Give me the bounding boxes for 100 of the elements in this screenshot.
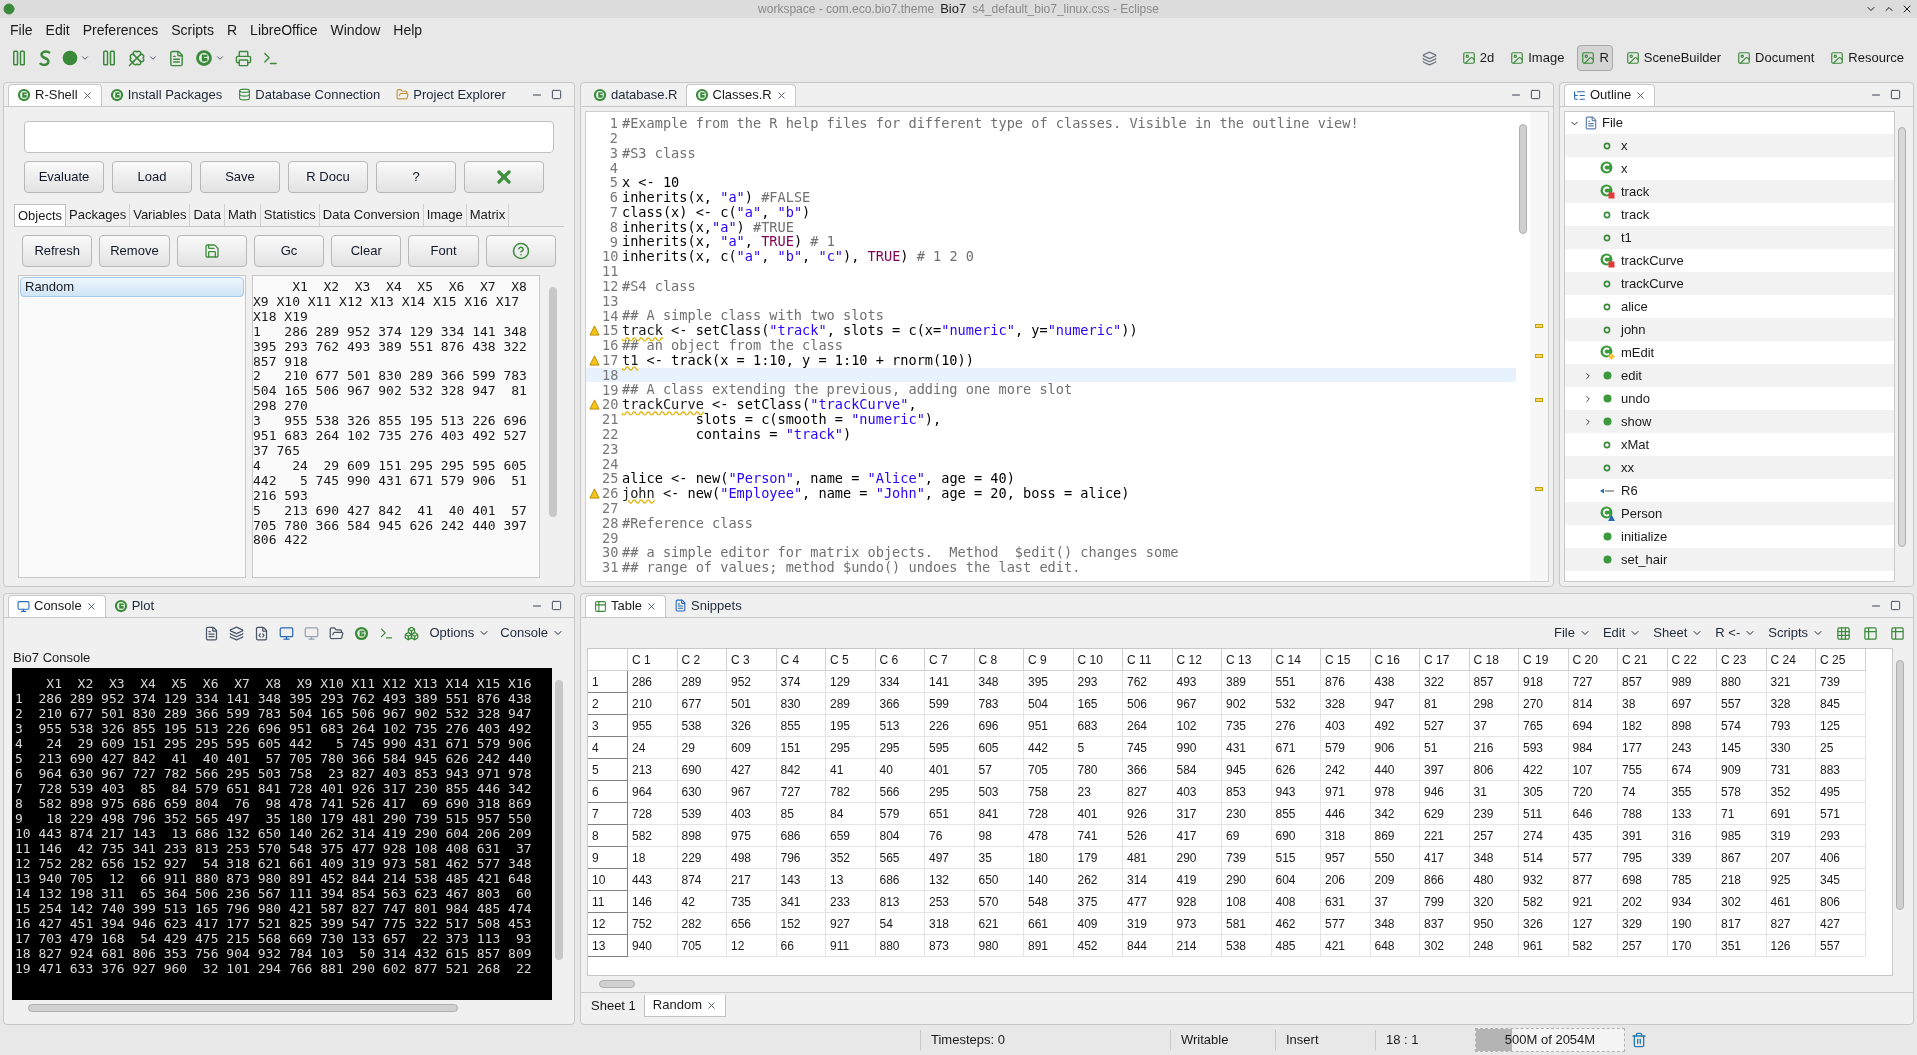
chevron-icon[interactable] [80,53,90,63]
tab[interactable]: Project Explorer [388,83,514,106]
terminal-icon[interactable] [379,625,395,641]
column-header[interactable]: C 12 [1172,649,1222,671]
tab[interactable]: Objects [14,204,67,226]
maximize-icon[interactable] [551,89,562,100]
perspective-button[interactable]: Image [1507,45,1568,71]
row-header[interactable]: 13 [588,935,628,957]
sheet-tab[interactable]: Sheet 1 [583,994,644,1017]
button[interactable] [464,161,544,193]
r-logo-icon[interactable] [195,49,213,67]
menu-item[interactable]: Preferences [76,19,165,41]
row-header[interactable]: 2 [588,693,628,715]
grid-icon[interactable] [1836,625,1851,641]
dropdown-menu[interactable]: Options [429,623,491,643]
tree-item[interactable]: File [1565,112,1894,134]
scrollbar-thumb[interactable] [1519,124,1527,234]
column-header[interactable]: C 18 [1469,649,1519,671]
maximize-icon[interactable] [1530,89,1541,100]
column-header[interactable]: C 7 [925,649,975,671]
memory-bar[interactable]: 500M of 2054M [1475,1028,1625,1052]
row-header[interactable]: 4 [588,737,628,759]
column-header[interactable]: C 4 [776,649,826,671]
button[interactable]: Save [200,161,280,193]
tree-item[interactable]: john [1565,318,1894,341]
button[interactable] [176,235,247,267]
tab[interactable]: Image [423,204,467,226]
column-header[interactable]: C 21 [1618,649,1668,671]
menu-item[interactable]: R [220,19,244,41]
maximize-icon[interactable] [1890,89,1901,100]
column-header[interactable]: C 16 [1370,649,1420,671]
column-header[interactable]: C 15 [1321,649,1371,671]
close-icon[interactable] [775,89,787,101]
monitor-icon[interactable] [279,625,295,641]
monitor-icon[interactable] [304,625,320,641]
row-header[interactable]: 7 [588,803,628,825]
wave-icon[interactable] [38,50,52,66]
menu-item[interactable]: Window [324,19,387,41]
table-icon[interactable] [1890,625,1905,641]
column-header[interactable]: C 1 [628,649,678,671]
row-header[interactable]: 9 [588,847,628,869]
column-header[interactable]: C 8 [974,649,1024,671]
row-header[interactable]: 6 [588,781,628,803]
tab[interactable]: Packages [66,204,131,226]
list-item[interactable]: Random [20,277,244,297]
perspective-button[interactable]: Resource [1827,45,1907,71]
warning-marker[interactable] [1535,486,1543,491]
close-icon[interactable] [81,89,93,101]
tab[interactable]: Statistics [260,204,320,226]
row-header[interactable]: 5 [588,759,628,781]
column-header[interactable]: C 24 [1766,649,1816,671]
row-header[interactable]: 10 [588,869,628,891]
column-header[interactable]: C 17 [1420,649,1470,671]
tree-item[interactable]: x [1565,134,1894,157]
close-icon[interactable] [1901,3,1913,15]
trash-icon[interactable] [1631,1032,1647,1048]
dropdown-menu[interactable]: Sheet [1653,623,1704,643]
row-header[interactable]: 3 [588,715,628,737]
column-header[interactable]: C 11 [1123,649,1173,671]
row-header[interactable]: 1 [588,671,628,693]
column-header[interactable]: C 6 [875,649,925,671]
tab[interactable]: Outline [1564,83,1656,106]
tab[interactable]: Data Conversion [319,204,424,226]
close-icon[interactable] [1635,89,1647,101]
column-header[interactable]: C 3 [727,649,777,671]
boxes-icon[interactable] [404,625,420,641]
column-header[interactable]: C 22 [1667,649,1717,671]
perspective-button[interactable]: R [1577,45,1613,71]
scrollbar-thumb[interactable] [549,287,557,517]
button[interactable]: ? [376,161,456,193]
chevron-icon[interactable] [1583,393,1593,404]
dropdown-menu[interactable]: Scripts [1768,623,1824,643]
button[interactable]: Load [112,161,192,193]
button[interactable]: Clear [331,235,402,267]
column-header[interactable]: C 10 [1073,649,1123,671]
dropdown-menu[interactable]: Console [500,623,564,643]
column-header[interactable]: C 2 [677,649,727,671]
scrollbar-thumb[interactable] [28,1004,458,1012]
tab[interactable]: Console [8,594,106,617]
perspective-button[interactable]: SceneBuilder [1622,45,1725,71]
tab[interactable]: Database Connection [230,83,389,106]
tree-item[interactable]: t1 [1565,226,1894,249]
menu-item[interactable]: File [4,19,39,41]
row-header[interactable]: 8 [588,825,628,847]
button[interactable]: Remove [99,235,170,267]
print-icon[interactable] [235,49,252,67]
scrollbar-thumb[interactable] [555,680,563,960]
column-header[interactable]: C 19 [1519,649,1569,671]
r-logo-icon[interactable] [354,625,370,641]
clover-icon[interactable] [128,49,146,67]
command-input[interactable] [24,121,554,153]
circle-icon[interactable] [62,50,78,66]
document-icon[interactable] [168,49,185,67]
column-header[interactable]: C 14 [1271,649,1321,671]
table-icon[interactable] [1863,625,1878,641]
perspective-button[interactable]: Document [1734,45,1818,71]
column-header[interactable]: C 20 [1568,649,1618,671]
tree-item[interactable]: edit [1565,364,1894,387]
tab[interactable]: Variables [130,204,191,226]
warning-marker[interactable] [1535,353,1543,358]
